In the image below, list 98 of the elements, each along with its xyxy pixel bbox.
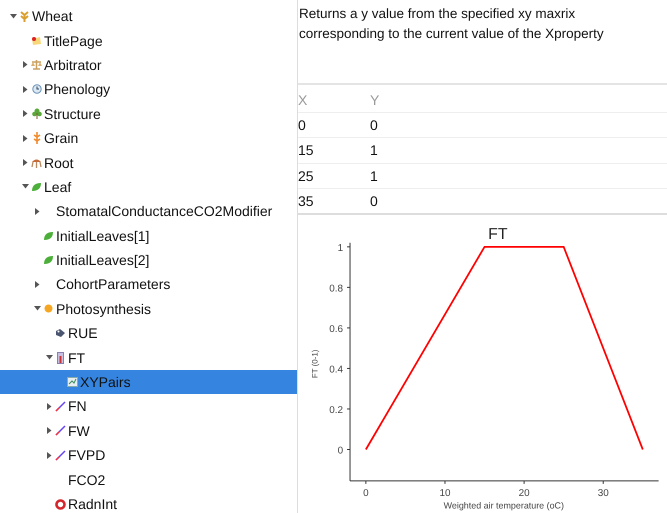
tree-item-label: XYPairs <box>80 374 131 390</box>
y-tick-label: 0.4 <box>329 364 344 376</box>
tree-item[interactable]: Photosynthesis <box>0 296 297 322</box>
tree-item-label: InitialLeaves[2] <box>56 252 150 268</box>
tree-item-label: Grain <box>44 130 78 146</box>
x-tick-label: 10 <box>439 488 450 500</box>
scale-icon <box>31 59 42 70</box>
tree-item[interactable]: FT <box>0 345 297 370</box>
tree-item[interactable]: FN <box>0 394 297 419</box>
collapsed-arrow-icon[interactable] <box>22 134 28 142</box>
tree-item-label: StomatalConductanceCO2Modifier <box>56 203 272 220</box>
tree-item[interactable]: Structure <box>0 102 297 126</box>
table-cell-text: 25 <box>298 168 315 184</box>
tree-item[interactable]: FVPD <box>0 443 297 468</box>
collapsed-arrow-icon[interactable] <box>46 452 52 459</box>
collapsed-arrow-icon[interactable] <box>34 280 40 288</box>
wheat-icon <box>20 10 29 22</box>
tree-item[interactable]: Arbitrator <box>0 52 297 78</box>
tree-item-label: Root <box>44 154 74 171</box>
expanded-arrow-icon[interactable] <box>10 14 16 19</box>
tree-item-label: RadnInt <box>68 496 118 512</box>
column-header: X <box>298 92 308 108</box>
tree-item-label: Wheat <box>32 8 72 24</box>
table-cell-text: 35 <box>298 193 315 210</box>
function-line-icon <box>55 425 66 436</box>
tag-icon <box>55 328 66 338</box>
collapsed-arrow-icon[interactable] <box>22 110 28 118</box>
tree-item-label: Arbitrator <box>44 56 102 73</box>
x-tick-label: 0 <box>363 488 369 500</box>
tree-item[interactable]: InitialLeaves[2] <box>0 248 297 272</box>
table-cell-text: 0 <box>370 193 379 210</box>
tree-item-label: FCO2 <box>68 472 106 488</box>
y-tick-label: 0.8 <box>329 284 344 295</box>
expanded-arrow-icon[interactable] <box>46 355 52 360</box>
thermometer-icon <box>57 352 64 364</box>
leaf-icon <box>31 182 42 192</box>
ring-icon <box>55 498 66 510</box>
description-text: Returns a y value from the specified xy maxrix corresponding to the current value of the Xproperty <box>299 5 605 43</box>
dot-icon <box>44 304 53 314</box>
tree-item-label: FVPD <box>68 447 106 464</box>
tree-item-label: Phenology <box>44 81 110 98</box>
tree-item-label: Photosynthesis <box>56 300 151 317</box>
leaf-icon <box>43 255 54 266</box>
grain-icon <box>32 132 40 144</box>
collapsed-arrow-icon[interactable] <box>46 427 52 434</box>
tree-item-label: Leaf <box>44 178 72 195</box>
expanded-arrow-icon[interactable] <box>34 306 40 312</box>
tree-item[interactable]: FCO2 <box>0 467 297 492</box>
tree-item[interactable]: Phenology <box>0 77 297 102</box>
leaf-icon <box>43 230 54 241</box>
note-icon <box>31 36 42 46</box>
plant-icon <box>32 108 42 120</box>
function-line-icon <box>55 400 66 412</box>
tree-item[interactable]: FW <box>0 418 297 444</box>
chart-title: FT <box>488 226 508 244</box>
clock-icon <box>32 84 42 94</box>
collapsed-arrow-icon[interactable] <box>34 208 40 215</box>
x-tick-label: 20 <box>518 488 530 500</box>
tree-item[interactable]: Grain <box>0 126 297 150</box>
tree-item-label: InitialLeaves[1] <box>56 228 150 244</box>
tree-item[interactable]: Leaf <box>0 174 297 200</box>
collapsed-arrow-icon[interactable] <box>22 86 28 93</box>
tree-item[interactable]: XYPairs <box>0 370 297 394</box>
tree-item[interactable]: TitlePage <box>0 28 297 53</box>
table-cell-text: 1 <box>370 142 379 158</box>
tree-item[interactable]: Root <box>0 150 297 175</box>
collapsed-arrow-icon[interactable] <box>46 402 52 410</box>
graph-icon <box>67 377 78 388</box>
column-header: Y <box>370 92 380 108</box>
tree-item[interactable]: RUE <box>0 321 297 346</box>
tree-item[interactable]: InitialLeaves[1] <box>0 224 297 248</box>
table-cell-text: 1 <box>370 168 379 184</box>
table-cell-text: 15 <box>298 142 315 158</box>
tree-item-label: CohortParameters <box>56 276 170 292</box>
expanded-arrow-icon[interactable] <box>22 184 28 190</box>
table-cell-text: 0 <box>370 116 379 133</box>
tree-item[interactable]: CohortParameters <box>0 272 297 297</box>
tree-item-label: FT <box>68 350 86 366</box>
tree-item-label: FN <box>68 398 87 414</box>
tree-item-label: Structure <box>44 106 101 122</box>
root-icon <box>31 157 42 168</box>
x-tick-label: 30 <box>598 488 609 500</box>
table-cell-text: 0 <box>298 116 307 133</box>
y-tick-label: 1 <box>338 243 344 254</box>
collapsed-arrow-icon[interactable] <box>22 61 28 68</box>
y-axis-label: FT (0-1) <box>310 350 320 378</box>
x-axis-label: Weighted air temperature (oC) <box>444 501 564 512</box>
tree-item-label: RUE <box>68 325 98 342</box>
tree-item-label: FW <box>68 422 90 439</box>
tree-item[interactable]: RadnInt <box>0 492 297 513</box>
function-line-icon <box>55 450 66 461</box>
y-tick-label: 0 <box>338 446 344 457</box>
tree-item[interactable]: StomatalConductanceCO2Modifier <box>0 199 297 224</box>
y-tick-label: 0.6 <box>329 324 344 336</box>
y-tick-label: 0.2 <box>329 405 344 416</box>
tree-item[interactable]: Wheat <box>0 4 297 28</box>
collapsed-arrow-icon[interactable] <box>22 159 28 166</box>
tree-item-label: TitlePage <box>44 32 103 49</box>
